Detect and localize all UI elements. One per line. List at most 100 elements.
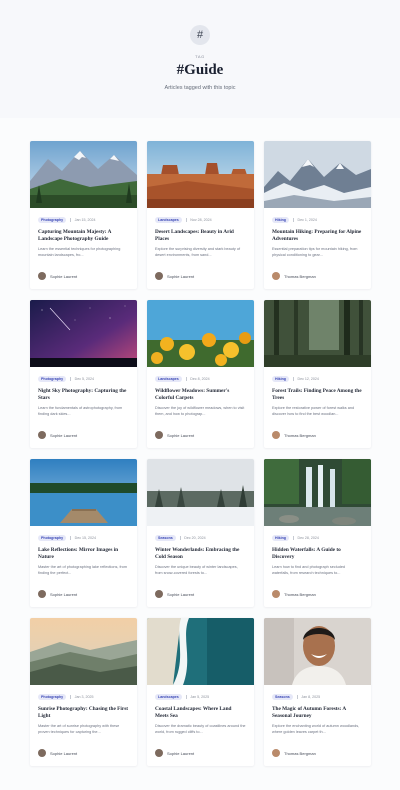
avatar [155, 749, 163, 757]
post-date: Dec 20, 2024 [184, 536, 206, 540]
author[interactable]: Sophie Laurent [155, 749, 194, 757]
article-title[interactable]: Winter Wonderlands: Embracing the Cold S… [155, 547, 246, 561]
meta-divider [70, 536, 71, 540]
post-date: Dec 1, 2024 [297, 218, 317, 222]
article-thumbnail[interactable] [30, 459, 137, 526]
author-name: Thomas Bergman [284, 750, 316, 756]
category-badge[interactable]: Photography [38, 375, 67, 383]
avatar [38, 749, 46, 757]
post-date: Dec 28, 2024 [297, 536, 319, 540]
article-excerpt: Explore the surprising diversity and sta… [155, 247, 241, 257]
article-card[interactable]: Photography Dec 5, 2024 Night Sky Photogr… [30, 300, 137, 448]
meta-divider [70, 695, 71, 699]
avatar [38, 590, 46, 598]
article-excerpt: Discover the joy of wildflower meadows, … [155, 406, 245, 416]
author-name: Sophie Laurent [167, 750, 195, 756]
category-badge[interactable]: Seasons [272, 693, 293, 701]
article-title[interactable]: Sunrise Photography: Chasing the First L… [38, 706, 129, 720]
category-badge[interactable]: Landscapes [155, 216, 182, 224]
meta-divider [70, 377, 71, 381]
hash-icon: # [190, 25, 210, 45]
article-thumbnail[interactable] [147, 459, 254, 526]
tag-kicker: TAG [195, 54, 205, 59]
post-date: Jan 15, 2024 [74, 218, 96, 222]
article-title[interactable]: Hidden Waterfalls: A Guide to Discovery [272, 547, 363, 561]
author[interactable]: Sophie Laurent [38, 431, 77, 439]
article-thumbnail[interactable] [30, 141, 137, 208]
category-badge[interactable]: Photography [38, 693, 67, 701]
article-excerpt: Learn the fundamentals of astrophotograp… [38, 406, 123, 416]
category-badge[interactable]: Hiking [272, 216, 289, 224]
article-title[interactable]: Forest Trails: Finding Peace Among the T… [272, 388, 363, 402]
article-card[interactable]: Hiking Dec 1, 2024 Mountain Hiking: Prepa… [264, 141, 371, 289]
author[interactable]: Thomas Bergman [272, 431, 316, 439]
article-excerpt: Learn how to find and photograph seclude… [272, 565, 346, 575]
author[interactable]: Thomas Bergman [272, 272, 316, 280]
meta-divider [292, 377, 294, 381]
article-thumbnail[interactable] [147, 618, 254, 685]
article-title[interactable]: Mountain Hiking: Preparing for Alpine Ad… [272, 229, 363, 243]
meta-divider [292, 218, 294, 222]
article-card[interactable]: Photography Jan 3, 2025 Sunrise Photograp… [30, 618, 137, 766]
article-title[interactable]: Capturing Mountain Majesty: A Landscape … [38, 229, 129, 243]
category-badge[interactable]: Seasons [155, 534, 176, 542]
article-card[interactable]: Seasons Jan 8, 2025 The Magic of Autumn F… [264, 618, 371, 766]
article-thumbnail[interactable] [264, 300, 371, 367]
avatar [155, 590, 163, 598]
article-thumbnail[interactable] [147, 141, 254, 208]
article-title[interactable]: Wildflower Meadows: Summer's Colorful Ca… [155, 388, 246, 402]
category-badge[interactable]: Landscapes [155, 693, 182, 701]
post-date: Jan 3, 2025 [74, 695, 94, 699]
article-excerpt: Explore the restorative power of forest … [272, 406, 355, 416]
author[interactable]: Sophie Laurent [38, 749, 77, 757]
meta-divider [185, 377, 187, 381]
article-card[interactable]: Seasons Dec 20, 2024 Winter Wonderlands: … [147, 459, 254, 607]
article-thumbnail[interactable] [30, 300, 137, 367]
meta-divider [296, 695, 298, 699]
category-badge[interactable]: Photography [38, 216, 67, 224]
category-badge[interactable]: Landscapes [155, 375, 182, 383]
author-name: Sophie Laurent [167, 432, 195, 438]
article-title[interactable]: The Magic of Autumn Forests: A Seasonal … [272, 706, 363, 720]
category-badge[interactable]: Hiking [272, 375, 289, 383]
avatar [38, 431, 46, 439]
category-badge[interactable]: Hiking [272, 534, 289, 542]
article-excerpt: Learn the essential techniques for photo… [38, 247, 121, 257]
page-title: #Guide [176, 62, 224, 78]
article-excerpt: Discover the unique beauty of winter lan… [155, 565, 238, 575]
article-thumbnail[interactable] [264, 459, 371, 526]
author[interactable]: Sophie Laurent [155, 590, 194, 598]
post-date: Dec 5, 2024 [74, 377, 95, 381]
author[interactable]: Thomas Bergman [272, 590, 316, 598]
article-card[interactable]: Hiking Dec 28, 2024 Hidden Waterfalls: A … [264, 459, 371, 607]
meta-divider [292, 536, 294, 540]
article-thumbnail[interactable] [264, 141, 371, 208]
article-card[interactable]: Hiking Dec 12, 2024 Forest Trails: Findin… [264, 300, 371, 448]
article-card[interactable]: Landscapes Dec 8, 2024 Wildflower Meadows… [147, 300, 254, 448]
article-card[interactable]: Landscapes Nov 28, 2024 Desert Landscapes… [147, 141, 254, 289]
tag-header: # TAG #Guide Articles tagged with this t… [0, 0, 400, 118]
author-name: Sophie Laurent [50, 273, 78, 279]
article-card[interactable]: Photography Dec 15, 2024 Lake Reflections… [30, 459, 137, 607]
category-badge[interactable]: Photography [38, 534, 67, 542]
article-card[interactable]: Landscapes Jan 5, 2025 Coastal Landscapes… [147, 618, 254, 766]
author[interactable]: Sophie Laurent [38, 590, 77, 598]
article-card[interactable]: Photography Jan 15, 2024 Capturing Mounta… [30, 141, 137, 289]
post-date: Dec 15, 2024 [74, 536, 97, 540]
article-title[interactable]: Coastal Landscapes: Where Land Meets Sea [155, 706, 246, 720]
article-thumbnail[interactable] [264, 618, 371, 685]
avatar [272, 590, 280, 598]
article-title[interactable]: Desert Landscapes: Beauty in Arid Places [155, 229, 246, 243]
avatar [272, 272, 280, 280]
author[interactable]: Thomas Bergman [272, 749, 316, 757]
author-name: Sophie Laurent [167, 591, 195, 597]
article-title[interactable]: Lake Reflections: Mirror Images in Natur… [38, 547, 129, 561]
author-name: Sophie Laurent [50, 591, 78, 597]
author[interactable]: Sophie Laurent [38, 272, 77, 280]
author[interactable]: Sophie Laurent [155, 272, 194, 280]
article-thumbnail[interactable] [147, 300, 254, 367]
article-thumbnail[interactable] [30, 618, 137, 685]
author-name: Sophie Laurent [50, 432, 78, 438]
author[interactable]: Sophie Laurent [155, 431, 194, 439]
article-title[interactable]: Night Sky Photography: Capturing the Sta… [38, 388, 129, 402]
